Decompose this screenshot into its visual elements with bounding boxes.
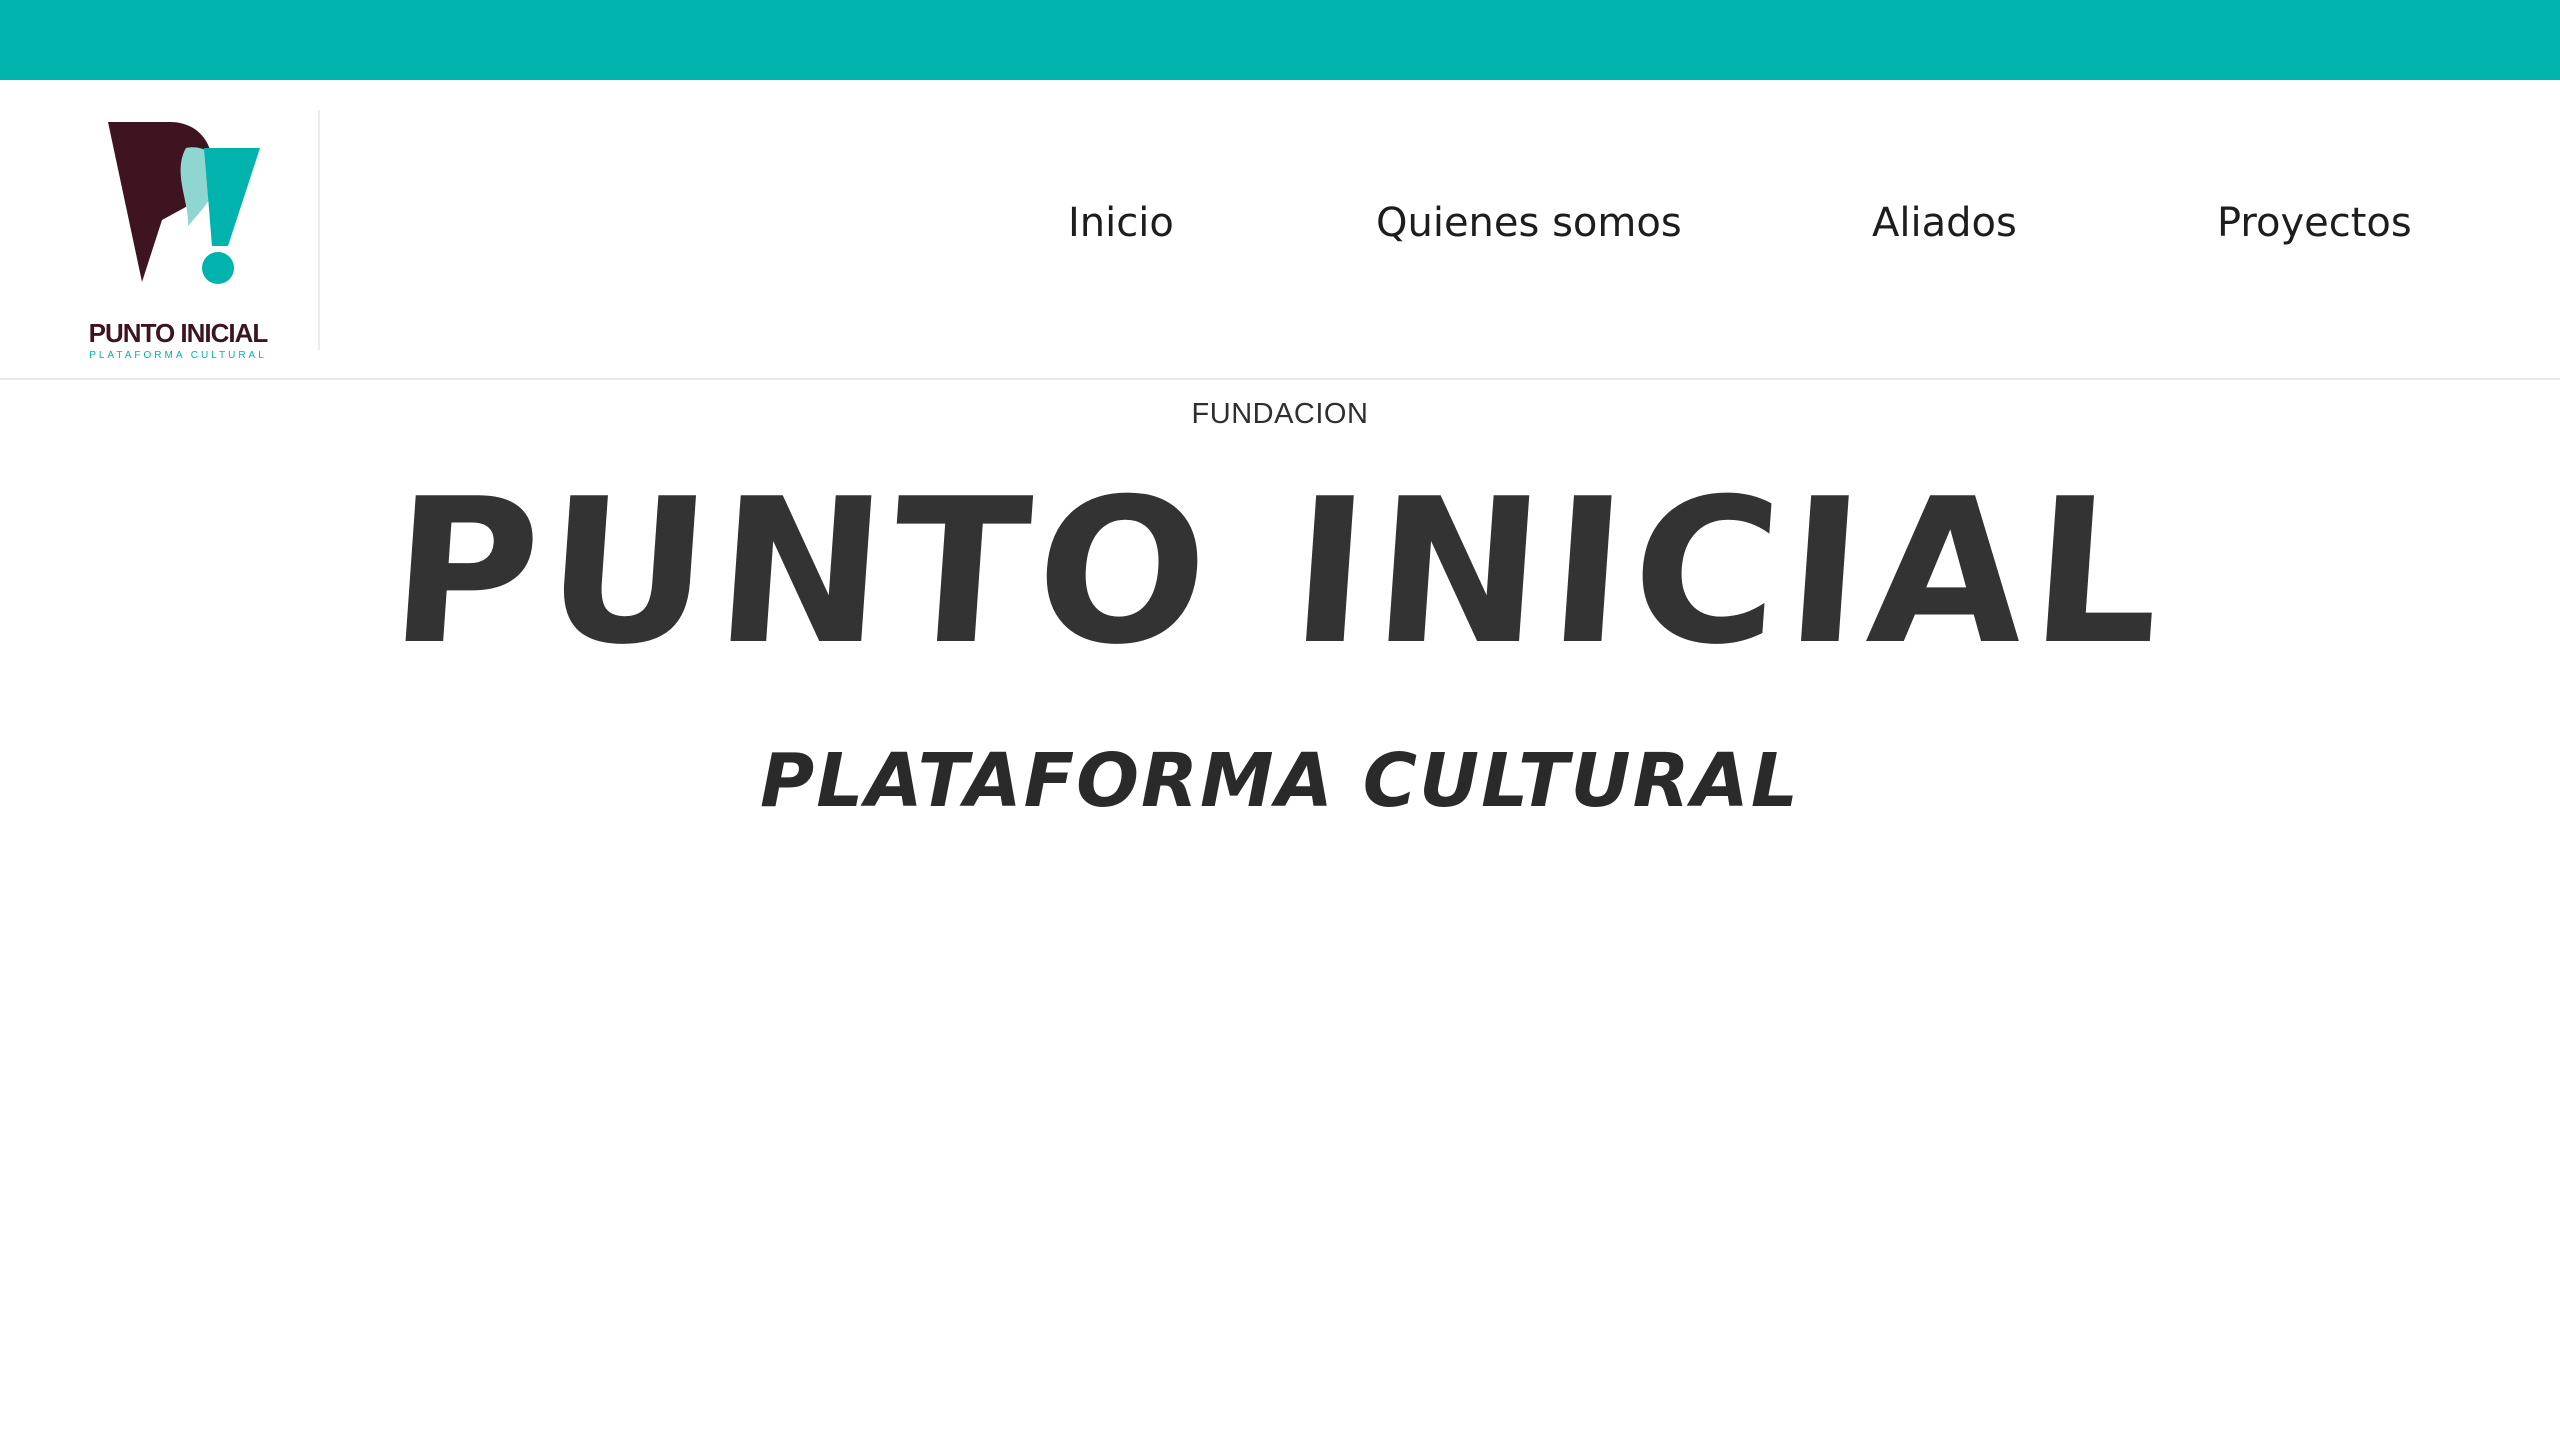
top-accent-bar (0, 0, 2560, 80)
nav-item-proyectos[interactable]: Proyectos (2217, 200, 2412, 246)
nav-item-aliados[interactable]: Aliados (1872, 200, 2017, 246)
hero-title: PUNTO INICIAL (383, 456, 2177, 689)
main-nav: Inicio Quienes somos Aliados Proyectos (0, 200, 2560, 260)
nav-item-inicio[interactable]: Inicio (1068, 200, 1174, 246)
logo-tagline: PLATAFORMA CULTURAL (89, 350, 267, 361)
logo-name: PUNTO INICIAL (88, 318, 269, 348)
hero-kicker: FUNDACION (1191, 398, 1369, 430)
hero-subtitle: PLATAFORMA CULTURAL (760, 738, 1800, 824)
nav-item-quienes-somos[interactable]: Quienes somos (1376, 200, 1682, 246)
site-header: PUNTO INICIAL PLATAFORMA CULTURAL Inicio… (0, 80, 2560, 380)
